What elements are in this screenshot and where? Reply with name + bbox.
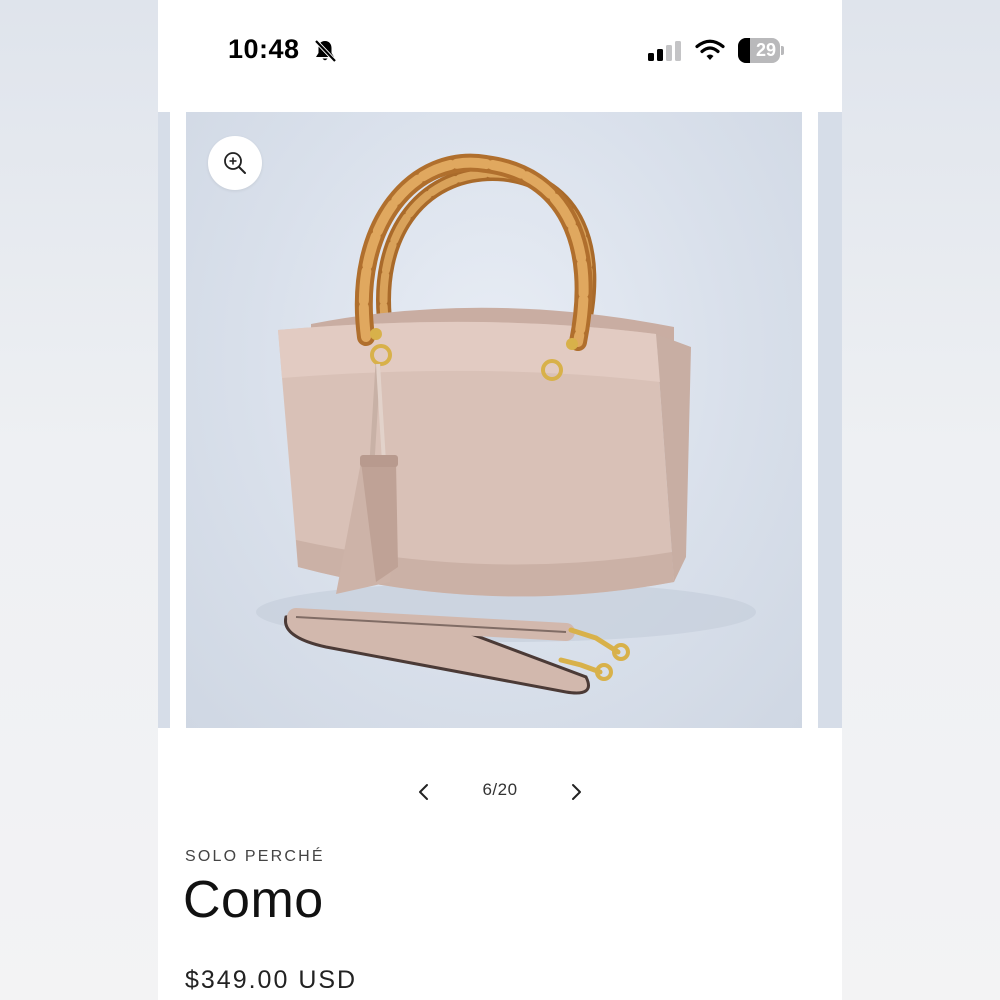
product-title: Como [183, 871, 324, 929]
wifi-icon [695, 39, 725, 60]
background-right [842, 0, 1000, 1000]
product-price: $349.00 USD [185, 966, 358, 994]
slide-counter: 6/20 [482, 780, 518, 799]
chevron-left-icon[interactable] [410, 778, 438, 806]
zoom-in-icon [224, 152, 246, 174]
previous-slide-peek[interactable] [158, 112, 170, 728]
signal-icon [648, 41, 681, 61]
next-slide-peek[interactable] [818, 112, 842, 728]
product-image[interactable] [186, 112, 802, 728]
zoom-button[interactable] [208, 136, 262, 190]
background-left [0, 0, 158, 1000]
bell-slash-icon [314, 39, 337, 63]
product-image-carousel[interactable] [158, 112, 842, 728]
product-vendor[interactable]: SOLO PERCHÉ [185, 848, 325, 866]
status-time: 10:48 [228, 34, 300, 64]
chevron-right-icon[interactable] [562, 778, 590, 806]
slide-pagination: 6/20 [158, 770, 842, 814]
battery-percent: 29 [755, 40, 776, 60]
battery-icon: 29 [738, 38, 784, 63]
phone-screen: 10:48 29 6/20 SOLO PERCHÉ Como $349.00 U… [158, 0, 842, 1000]
handbag-illustration [256, 153, 756, 695]
